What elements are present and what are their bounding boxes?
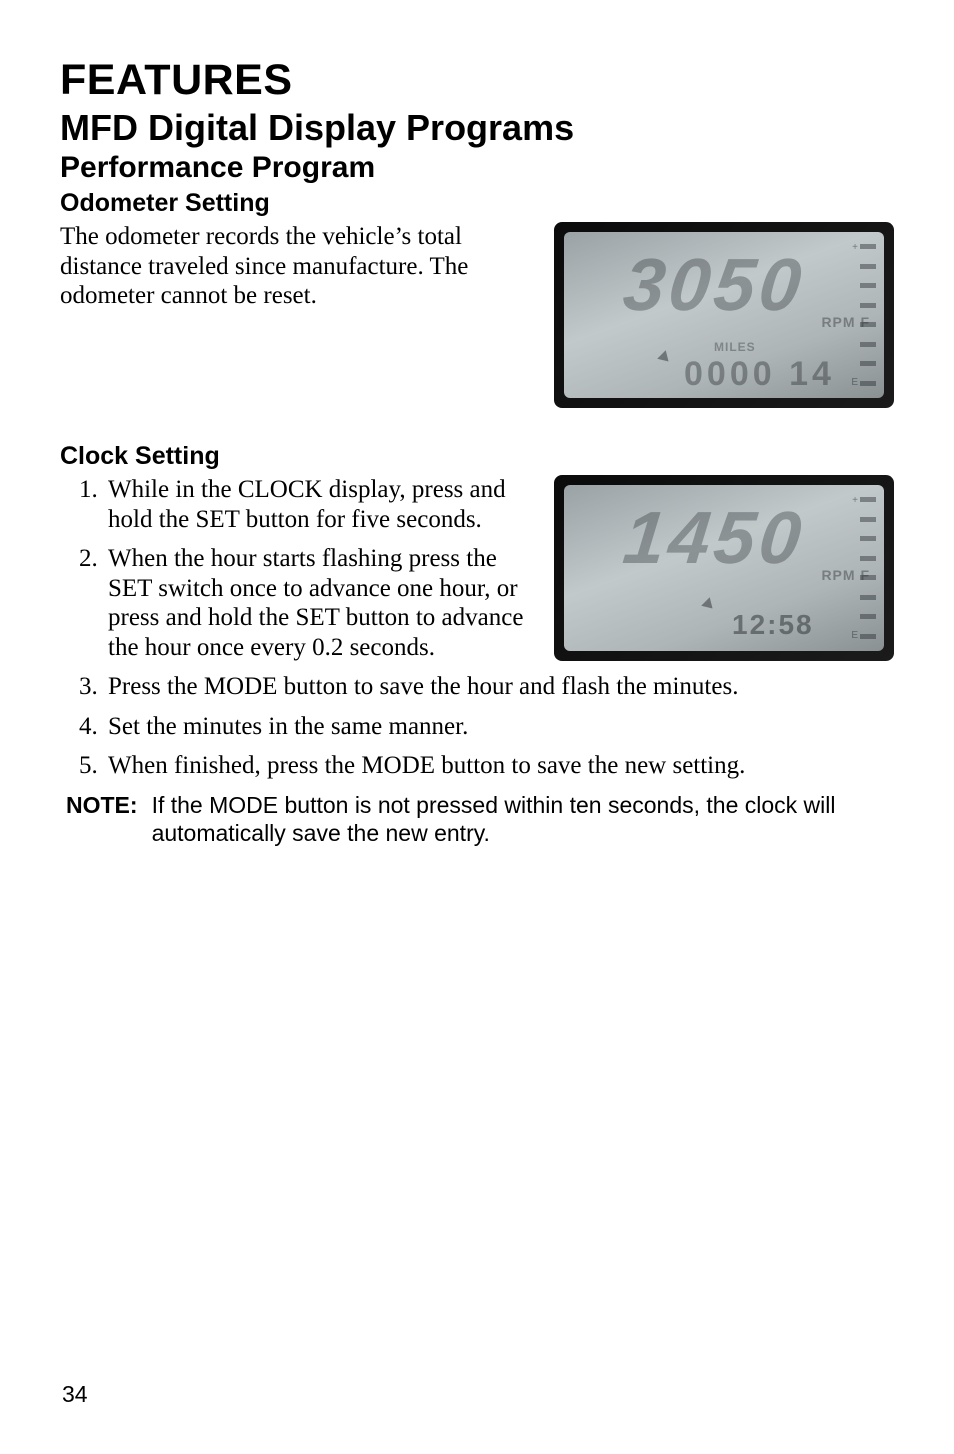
- heading-clock: Clock Setting: [60, 442, 894, 471]
- clock-steps-list: While in the CLOCK display, press and ho…: [60, 475, 530, 662]
- fuel-plus-label: +: [852, 242, 858, 253]
- arrow-icon: [701, 597, 717, 613]
- lcd-odometer-value: 0000 14: [684, 355, 835, 394]
- step-2: When the hour starts flashing press the …: [104, 544, 530, 662]
- note-block: NOTE: If the MODE button is not pressed …: [60, 791, 894, 847]
- clock-steps-list-cont: Press the MODE button to save the hour a…: [60, 672, 894, 781]
- fuel-gauge-icon: + E: [860, 497, 876, 639]
- odometer-lcd-image: 3050 RPM F MILES 0000 14 + E: [554, 222, 894, 408]
- heading-features: FEATURES: [60, 56, 894, 105]
- arrow-icon: [657, 350, 673, 366]
- fuel-e-label: E: [851, 630, 858, 641]
- fuel-gauge-icon: + E: [860, 244, 876, 386]
- step-3: Press the MODE button to save the hour a…: [104, 672, 894, 702]
- heading-performance: Performance Program: [60, 151, 894, 185]
- lcd-miles-label: MILES: [714, 340, 756, 354]
- clock-text-col: While in the CLOCK display, press and ho…: [60, 475, 530, 672]
- odometer-row: The odometer records the vehicle’s total…: [60, 222, 894, 408]
- lcd-screen: 1450 RPM F 12:58 + E: [564, 485, 884, 651]
- step-4: Set the minutes in the same manner.: [104, 712, 894, 742]
- note-body: If the MODE button is not pressed within…: [152, 791, 894, 847]
- lcd-screen: 3050 RPM F MILES 0000 14 + E: [564, 232, 884, 398]
- lcd-rpm-large: 3050: [620, 242, 810, 327]
- odometer-paragraph: The odometer records the vehicle’s total…: [60, 222, 530, 311]
- clock-row: While in the CLOCK display, press and ho…: [60, 475, 894, 672]
- heading-mfd: MFD Digital Display Programs: [60, 107, 894, 149]
- clock-lcd-image: 1450 RPM F 12:58 + E: [554, 475, 894, 661]
- manual-page: FEATURES MFD Digital Display Programs Pe…: [0, 0, 954, 1454]
- heading-odometer: Odometer Setting: [60, 189, 894, 218]
- fuel-plus-label: +: [852, 495, 858, 506]
- note-label: NOTE:: [66, 791, 138, 847]
- step-1: While in the CLOCK display, press and ho…: [104, 475, 530, 534]
- page-number: 34: [62, 1381, 88, 1408]
- lcd-clock-value: 12:58: [732, 609, 814, 641]
- odometer-text-col: The odometer records the vehicle’s total…: [60, 222, 530, 311]
- lcd-rpm-large: 1450: [620, 495, 810, 580]
- fuel-e-label: E: [851, 377, 858, 388]
- step-5: When finished, press the MODE button to …: [104, 751, 894, 781]
